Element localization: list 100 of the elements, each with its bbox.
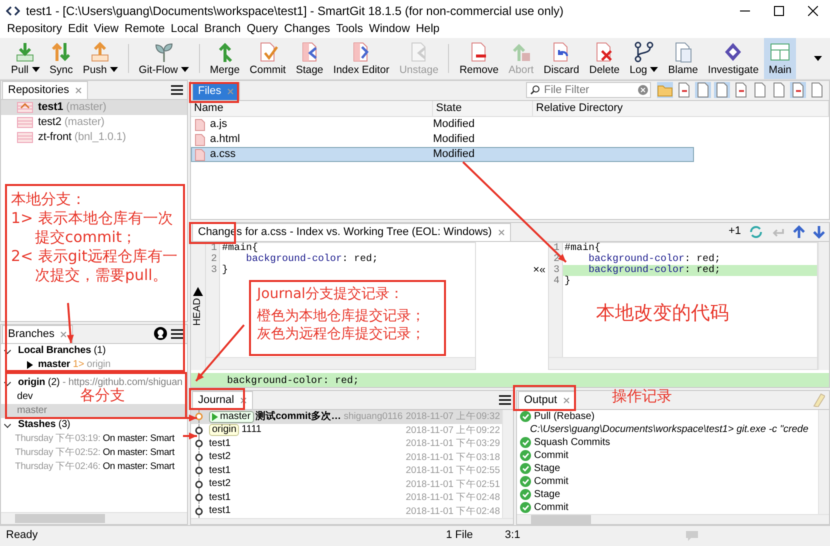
output-entry[interactable]: Squash Commits xyxy=(534,436,610,448)
document-icon[interactable] xyxy=(752,82,768,98)
menu-item[interactable]: Query xyxy=(244,23,282,37)
clear-icon[interactable] xyxy=(638,85,648,95)
toolbar-button[interactable]: Commit xyxy=(244,38,291,79)
menu-item[interactable]: Remote xyxy=(122,23,168,37)
branch-group[interactable]: Local Branches (1) xyxy=(1,344,187,358)
panel-tab[interactable]: Branches xyxy=(2,325,74,343)
vertical-scrollbar[interactable] xyxy=(818,242,829,370)
branch-entry[interactable]: Thursday 下午02:52: On master: Smart xyxy=(15,447,174,459)
commit-row[interactable]: test2 2018-11-01 下午03:18 xyxy=(191,450,502,464)
refresh-icon[interactable] xyxy=(749,225,763,239)
annotation-text: Journal分支提交记录： xyxy=(257,285,404,303)
menu-item[interactable]: Repository xyxy=(4,23,65,37)
overflow-caret-icon[interactable] xyxy=(814,56,822,61)
filter-field[interactable]: File Filter xyxy=(526,82,651,98)
commit-row[interactable]: test1 2018-11-01 下午02:55 xyxy=(191,464,502,478)
file-row[interactable]: a.js Modified xyxy=(191,117,829,132)
column-header[interactable]: Relative Directory xyxy=(533,101,829,118)
annotation-text: 本地分支： xyxy=(11,190,87,209)
menu-item[interactable]: View xyxy=(90,23,122,37)
document-icon[interactable] xyxy=(695,82,711,98)
menu-item[interactable]: Local xyxy=(168,23,202,37)
output-entry[interactable]: Commit xyxy=(534,476,568,488)
vertical-scrollbar[interactable] xyxy=(502,410,513,518)
code-line: 1 #main{ xyxy=(548,243,817,254)
menu-icon[interactable] xyxy=(499,395,511,405)
document-icon[interactable] xyxy=(809,82,825,98)
check-circle-icon xyxy=(520,437,531,448)
branch-entry[interactable]: Thursday 下午02:46: On master: Smart xyxy=(15,461,174,473)
panel-tab[interactable]: Repositories xyxy=(2,81,88,99)
menu-item[interactable]: Branch xyxy=(201,23,244,37)
commit-message: test2 xyxy=(209,451,231,464)
branch-entry[interactable]: master 1> origin xyxy=(38,359,111,371)
menu-icon[interactable] xyxy=(171,85,183,95)
horizontal-scrollbar[interactable] xyxy=(517,514,829,524)
branch-group[interactable]: Stashes (3) xyxy=(1,418,187,432)
toolbar-button[interactable]: Delete xyxy=(584,38,625,79)
horizontal-scrollbar[interactable] xyxy=(1,512,187,524)
annotation-arrow xyxy=(66,302,74,344)
output-entry[interactable]: Pull (Rebase) xyxy=(534,410,595,422)
repo-entry[interactable]: test1 (master) xyxy=(1,100,187,115)
document-icon[interactable] xyxy=(771,82,787,98)
repo-entry[interactable]: zt-front (bnl_1.0.1) xyxy=(1,130,187,145)
close-icon[interactable] xyxy=(808,6,818,16)
file-row[interactable]: a.css Modified xyxy=(191,147,694,162)
menu-item[interactable]: Help xyxy=(412,23,443,37)
commit-row[interactable]: origin 1111 2018-11-07 上午09:22 xyxy=(191,424,502,437)
maximize-icon[interactable] xyxy=(774,6,784,16)
up-triangle-icon[interactable] xyxy=(193,286,203,296)
file-icon xyxy=(195,118,205,131)
output-entry[interactable]: Commit xyxy=(534,502,568,514)
toolbar-button[interactable]: Push xyxy=(78,38,123,79)
output-entry[interactable]: Stage xyxy=(534,488,560,500)
horizontal-scrollbar[interactable] xyxy=(206,357,474,369)
menu-item[interactable]: Tools xyxy=(333,23,366,37)
column-header[interactable]: Name xyxy=(191,101,433,118)
toolbar-button[interactable]: Pull xyxy=(6,38,45,79)
output-entry[interactable]: Stage xyxy=(534,462,560,474)
commit-date: 2018-11-01 下午03:18 xyxy=(406,452,501,463)
menu-item[interactable]: Changes xyxy=(281,23,334,37)
toolbar-button[interactable]: Merge xyxy=(204,38,245,79)
panel-tab[interactable]: Output xyxy=(518,391,576,409)
horizontal-scrollbar[interactable] xyxy=(191,518,513,524)
toolbar-button[interactable]: Sync xyxy=(44,38,78,79)
toolbar-button[interactable]: Index Editor xyxy=(328,38,394,79)
commit-row[interactable]: test1 2018-11-01 下午02:48 xyxy=(191,504,502,518)
document-icon[interactable] xyxy=(676,82,692,98)
file-row[interactable]: a.html Modified xyxy=(191,132,829,148)
menu-icon[interactable] xyxy=(171,329,183,339)
document-icon[interactable] xyxy=(790,82,806,98)
document-icon[interactable] xyxy=(733,82,749,98)
commit-row[interactable]: test1 2018-11-01 下午03:29 xyxy=(191,437,502,450)
menu-item[interactable]: Window xyxy=(366,23,413,37)
toolbar-button[interactable]: Main xyxy=(764,38,796,79)
toolbar-button[interactable]: Discard xyxy=(538,38,584,79)
expand-triangle-icon[interactable] xyxy=(27,361,33,369)
branch-entry[interactable]: Thursday 下午03:19: On master: Smart xyxy=(15,433,174,445)
panel-tab[interactable]: Journal xyxy=(192,391,254,409)
toolbar-button[interactable]: Stage xyxy=(290,38,328,79)
vertical-scrollbar[interactable] xyxy=(818,410,829,514)
toolbar-button[interactable]: Investigate xyxy=(702,38,764,79)
repo-entry[interactable]: test2 (master) xyxy=(1,115,187,130)
toolbar-button[interactable]: Git-Flow xyxy=(134,38,194,79)
commit-row[interactable]: test1 2018-11-01 下午02:48 xyxy=(191,491,502,504)
menu-item[interactable]: Edit xyxy=(64,23,91,37)
branch-entry[interactable]: dev xyxy=(17,391,33,403)
merge-controls[interactable]: ×« xyxy=(532,264,548,278)
output-entry[interactable]: Commit xyxy=(534,450,568,462)
horizontal-scrollbar[interactable] xyxy=(548,357,817,369)
branch-group-label: Stashes (3) xyxy=(18,419,70,431)
annotation-text: 灰色为远程仓库提交记录； xyxy=(257,325,426,343)
toolbar-button[interactable]: Blame xyxy=(663,38,703,79)
commit-row[interactable]: test2 2018-11-01 下午02:51 xyxy=(191,478,502,491)
down-arrow-icon[interactable] xyxy=(813,225,825,239)
column-header[interactable]: State xyxy=(433,101,533,118)
toolbar-button[interactable]: Remove xyxy=(454,38,504,79)
document-icon[interactable] xyxy=(714,82,730,98)
up-arrow-icon[interactable] xyxy=(793,225,805,239)
toolbar-button[interactable]: Log xyxy=(624,38,664,79)
